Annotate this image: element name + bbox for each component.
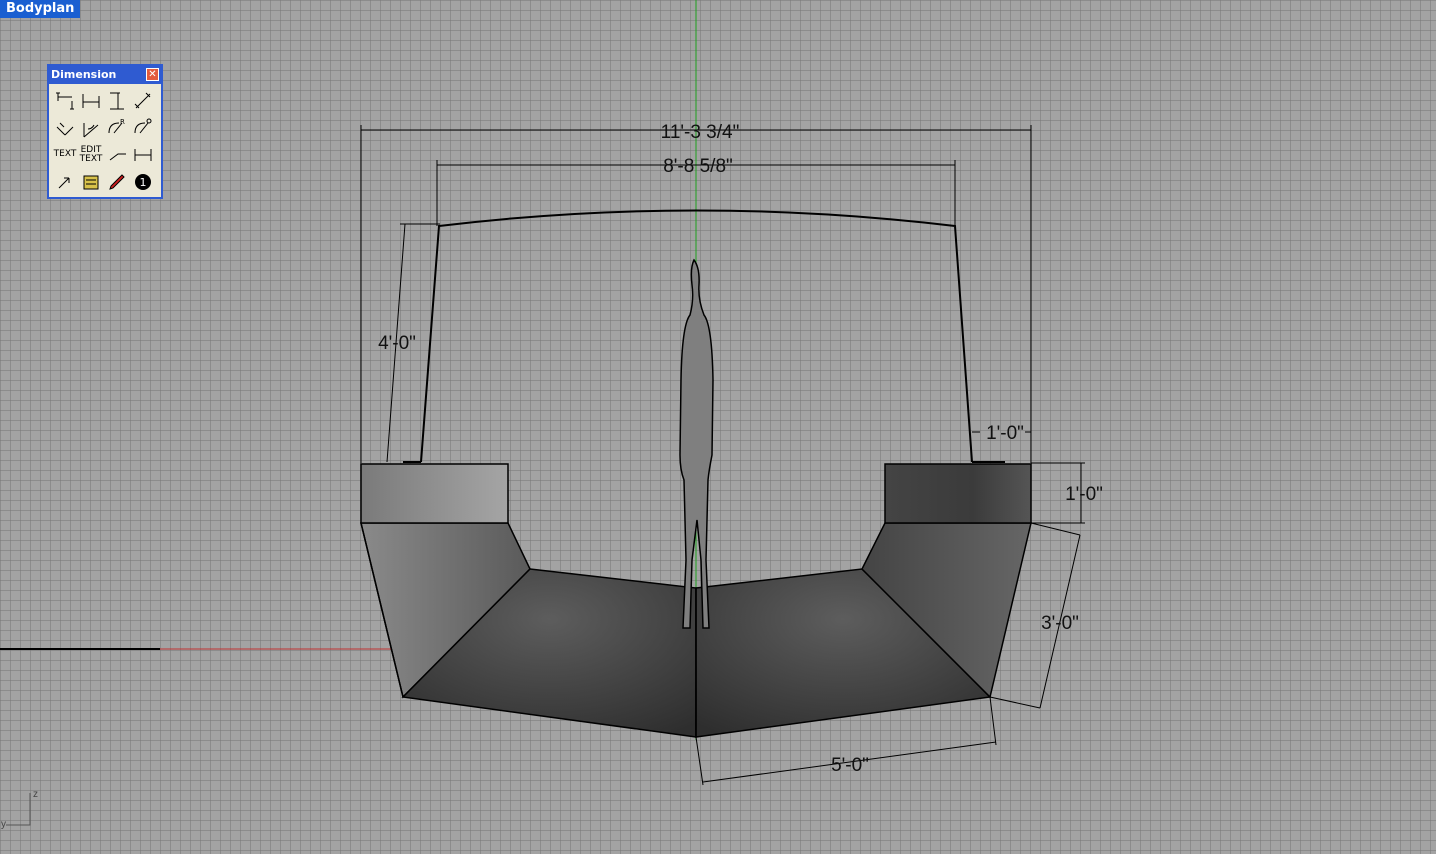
- angle-dimension-icon[interactable]: [78, 114, 104, 141]
- edit-text-icon[interactable]: EDIT TEXT: [78, 141, 104, 168]
- axis-widget: z y: [1, 789, 38, 830]
- radius-dimension-icon[interactable]: R: [104, 114, 130, 141]
- recenter-text-icon[interactable]: [52, 168, 78, 195]
- dim-overall-width: 11'-3 3/4": [661, 122, 740, 143]
- dot-icon[interactable]: 1: [130, 168, 156, 195]
- vertical-dimension-icon[interactable]: [104, 87, 130, 114]
- drawing-canvas[interactable]: 11'-3 3/4" 8'-8 5/8" 4'-0" 1'-0" 1'-0" 3…: [0, 0, 1436, 854]
- toolbar-title[interactable]: Dimension: [49, 66, 161, 84]
- rotated-dimension-icon[interactable]: [52, 114, 78, 141]
- text-icon[interactable]: TEXT: [52, 141, 78, 168]
- right-deck-block: [884, 463, 1032, 524]
- dim-ledge-offset: 1'-0": [986, 423, 1024, 444]
- axis-z-label: z: [33, 789, 38, 800]
- dimension-properties-icon[interactable]: [78, 168, 104, 195]
- dim-side-height: 4'-0": [378, 333, 416, 354]
- left-deck-block: [360, 463, 509, 524]
- aligned-dimension-icon[interactable]: [130, 87, 156, 114]
- dim-hull-side: 3'-0": [1041, 613, 1079, 634]
- svg-text:1: 1: [140, 176, 147, 189]
- annotation-pencil-icon[interactable]: [104, 168, 130, 195]
- dim-top-width: 8'-8 5/8": [663, 156, 733, 177]
- tool-grid: R TEXT EDIT TEXT 1: [49, 84, 161, 195]
- axis-y-label: y: [1, 819, 6, 830]
- svg-text:R: R: [120, 118, 125, 126]
- horizontal-dimension-icon[interactable]: [78, 87, 104, 114]
- dim-deck-thickness: 1'-0": [1065, 484, 1103, 505]
- leader-icon[interactable]: [104, 141, 130, 168]
- diameter-dimension-icon[interactable]: [130, 114, 156, 141]
- dim-style-icon[interactable]: [130, 141, 156, 168]
- linear-dimension-icon[interactable]: [52, 87, 78, 114]
- dim-bottom: 5'-0": [831, 755, 869, 776]
- close-icon[interactable]: ✕: [146, 68, 159, 81]
- dimension-toolbar[interactable]: Dimension ✕ R TEXT EDIT TEXT 1: [47, 64, 163, 199]
